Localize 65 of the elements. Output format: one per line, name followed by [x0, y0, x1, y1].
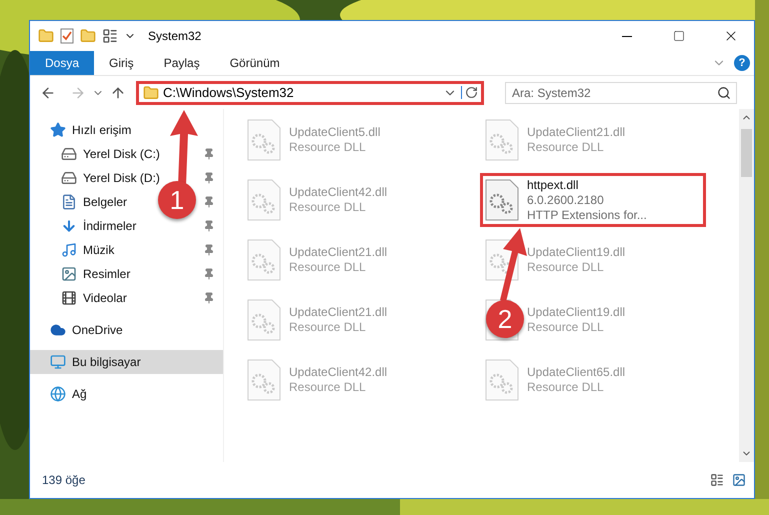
file-name[interactable]: httpext.dll: [527, 178, 647, 192]
file-description: Resource DLL: [527, 380, 605, 395]
pin-icon[interactable]: [203, 292, 215, 304]
new-folder-icon[interactable]: [80, 28, 96, 44]
star-icon: [50, 122, 66, 138]
search-field[interactable]: Ara: System32: [505, 82, 737, 104]
ribbon-tab[interactable]: Paylaş: [148, 51, 215, 75]
window-title: System32: [148, 29, 202, 43]
film-icon: [61, 290, 77, 306]
pin-icon[interactable]: [203, 220, 215, 232]
download-icon: [61, 218, 77, 234]
ribbon-tab[interactable]: Dosya: [30, 51, 94, 75]
address-bar[interactable]: C:\Windows\System32: [136, 80, 484, 104]
file-description: Resource DLL: [289, 260, 367, 275]
sidebar-item[interactable]: Yerel Disk (D:): [61, 170, 160, 186]
file-description: Resource DLL: [527, 260, 605, 275]
pin-icon[interactable]: [203, 196, 215, 208]
sidebar-item[interactable]: Bu bilgisayar: [50, 354, 141, 370]
scrollbar[interactable]: [739, 109, 754, 462]
sidebar-item[interactable]: Ağ: [50, 386, 87, 402]
file-description: 6.0.2600.2180: [527, 192, 605, 208]
search-icon[interactable]: [717, 86, 731, 100]
file-description: Resource DLL: [527, 140, 605, 155]
image-icon: [61, 266, 77, 282]
drive-icon: [61, 170, 77, 186]
drive-icon: [61, 146, 77, 162]
network-icon: [50, 386, 66, 402]
sidebar-item[interactable]: OneDrive: [50, 322, 123, 338]
cloud-icon: [50, 322, 66, 338]
properties-icon[interactable]: [60, 28, 74, 44]
folder-icon[interactable]: [38, 28, 54, 44]
file-description: Resource DLL: [289, 380, 367, 395]
item-count: 139 öğe: [42, 473, 86, 487]
forward-icon[interactable]: [70, 84, 86, 100]
back-icon[interactable]: [40, 84, 56, 100]
file-description: Resource DLL: [289, 320, 367, 335]
view-icon[interactable]: [102, 28, 118, 44]
sidebar-item[interactable]: Yerel Disk (C:): [61, 146, 160, 162]
music-icon: [61, 242, 77, 258]
ribbon-tab[interactable]: Görünüm: [214, 51, 295, 75]
details-view-icon[interactable]: [710, 473, 724, 487]
maximize-icon: [673, 30, 685, 42]
pin-icon[interactable]: [203, 268, 215, 280]
file-description: Resource DLL: [289, 200, 367, 215]
tiles-view-icon[interactable]: [732, 473, 746, 487]
ribbon-tab[interactable]: Giriş: [94, 51, 149, 75]
help-button[interactable]: ?: [734, 55, 750, 71]
sidebar-item[interactable]: Resimler: [61, 266, 130, 282]
sidebar-item[interactable]: Belgeler: [61, 194, 128, 210]
file-description: HTTP Extensions for...: [527, 208, 647, 222]
pin-icon[interactable]: [203, 148, 215, 160]
up-icon[interactable]: [110, 84, 126, 100]
monitor-icon: [50, 354, 66, 370]
folder-icon: [143, 84, 159, 100]
sidebar-item[interactable]: Hızlı erişim: [50, 122, 132, 138]
scrollbar-thumb[interactable]: [741, 129, 752, 177]
sidebar-item[interactable]: Müzik: [61, 242, 114, 258]
sidebar-item[interactable]: Videolar: [61, 290, 127, 306]
pin-icon[interactable]: [203, 172, 215, 184]
document-icon: [61, 194, 77, 210]
address-path: C:\Windows\System32: [163, 85, 295, 100]
pin-icon[interactable]: [203, 244, 215, 256]
file-description: Resource DLL: [289, 140, 367, 155]
sidebar-item[interactable]: İndirmeler: [61, 218, 136, 234]
file-description: Resource DLL: [527, 320, 605, 335]
